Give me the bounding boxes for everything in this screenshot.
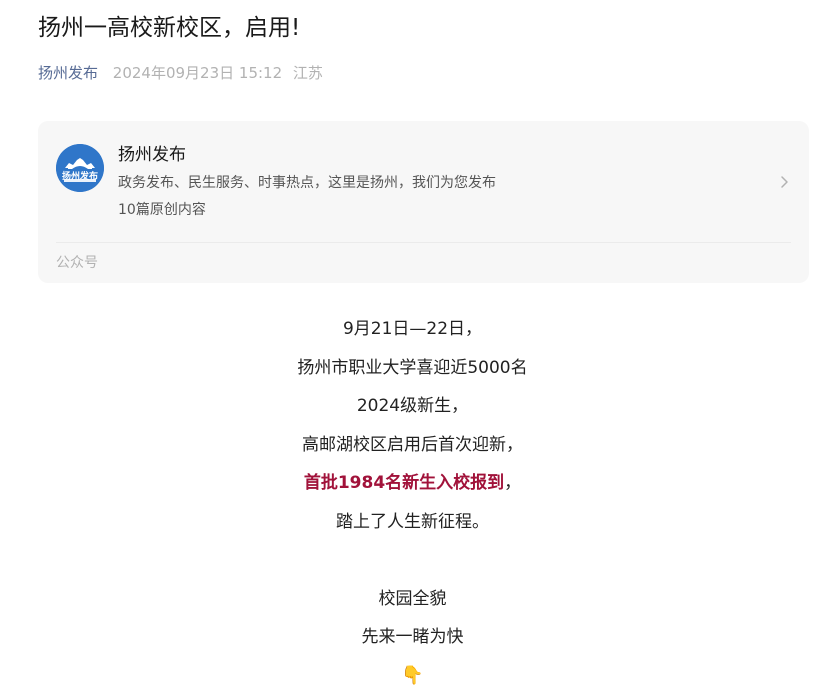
article-meta: 扬州发布 2024年09月23日 15:12 江苏 — [38, 62, 323, 84]
body-line: 校园全貌 — [378, 588, 447, 609]
body-line: 9月21日—22日， — [342, 319, 483, 339]
account-type-label: 公众号 — [56, 255, 98, 271]
article-title: 扬州一高校新校区，启用! — [38, 15, 301, 41]
account-avatar: 扬州发布 — [56, 144, 104, 192]
chevron-right-icon[interactable] — [777, 175, 791, 189]
highlight-text: 首批1984名新生入校报到 — [303, 473, 505, 493]
account-description: 政务发布、民生服务、时事热点，这里是扬州，我们为您发布 — [118, 175, 496, 191]
highlight-line: 首批1984名新生入校报到， — [0, 464, 825, 503]
highlight-tail: ， — [504, 473, 522, 493]
article-page: 扬州一高校新校区，启用! 扬州发布 2024年09月23日 15:12 江苏 扬… — [0, 0, 825, 695]
pointing-down-icon: 👇 — [401, 664, 424, 686]
body-line: 踏上了人生新征程。 — [336, 511, 489, 532]
article-body: 9月21日—22日， 扬州市职业大学喜迎近5000名 2024级新生， 高邮湖校… — [0, 310, 825, 695]
publish-location: 江苏 — [292, 64, 323, 82]
account-name[interactable]: 扬州发布 — [118, 143, 186, 167]
original-content-count: 10篇原创内容 — [118, 202, 206, 218]
author-link[interactable]: 扬州发布 — [38, 64, 98, 82]
body-line: 先来一睹为快 — [361, 627, 464, 647]
avatar-label: 扬州发布 — [61, 172, 98, 182]
body-line: 2024级新生， — [356, 396, 469, 416]
publish-date: 2024年09月23日 15:12 — [112, 64, 283, 82]
card-divider — [56, 242, 791, 243]
body-line: 扬州市职业大学喜迎近5000名 — [297, 357, 528, 378]
gate-logo-icon — [56, 144, 104, 192]
pointer-line: 👇 — [0, 657, 825, 695]
body-line: 高邮湖校区启用后首次迎新， — [302, 434, 523, 455]
account-profile-card[interactable]: 扬州发布 扬州发布 政务发布、民生服务、时事热点，这里是扬州，我们为您发布 10… — [38, 121, 809, 283]
